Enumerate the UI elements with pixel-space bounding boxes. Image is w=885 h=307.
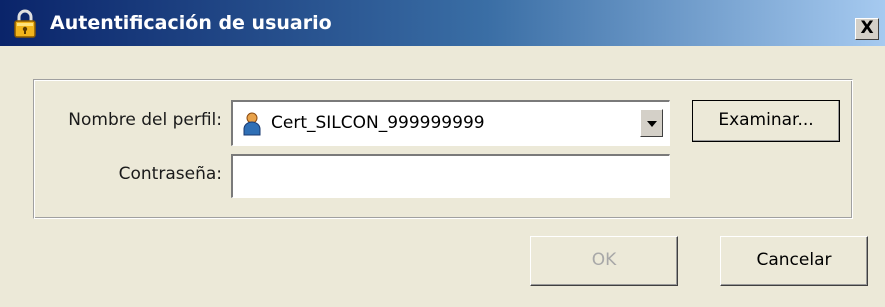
browse-button[interactable]: Examinar...: [692, 100, 840, 142]
chevron-down-icon: [647, 121, 657, 127]
ok-button-label: OK: [591, 250, 617, 270]
profile-label: Nombre del perfil:: [68, 110, 222, 130]
user-icon: [243, 112, 261, 136]
close-button[interactable]: X: [855, 18, 879, 40]
browse-button-label: Examinar...: [718, 110, 814, 130]
password-label: Contraseña:: [118, 164, 222, 184]
profile-select[interactable]: Cert_SILCON_999999999: [231, 100, 670, 146]
lock-icon: [14, 9, 36, 38]
title-bar[interactable]: Autentificación de usuario X: [0, 0, 885, 46]
cancel-button[interactable]: Cancelar: [720, 236, 868, 286]
profile-value: Cert_SILCON_999999999: [271, 113, 485, 133]
password-field[interactable]: [231, 154, 670, 198]
ok-button[interactable]: OK: [530, 236, 678, 286]
cancel-button-label: Cancelar: [756, 250, 832, 270]
window-title: Autentificación de usuario: [50, 12, 332, 34]
auth-dialog: Autentificación de usuario X Nombre del …: [0, 0, 885, 307]
dropdown-button[interactable]: [640, 109, 663, 137]
